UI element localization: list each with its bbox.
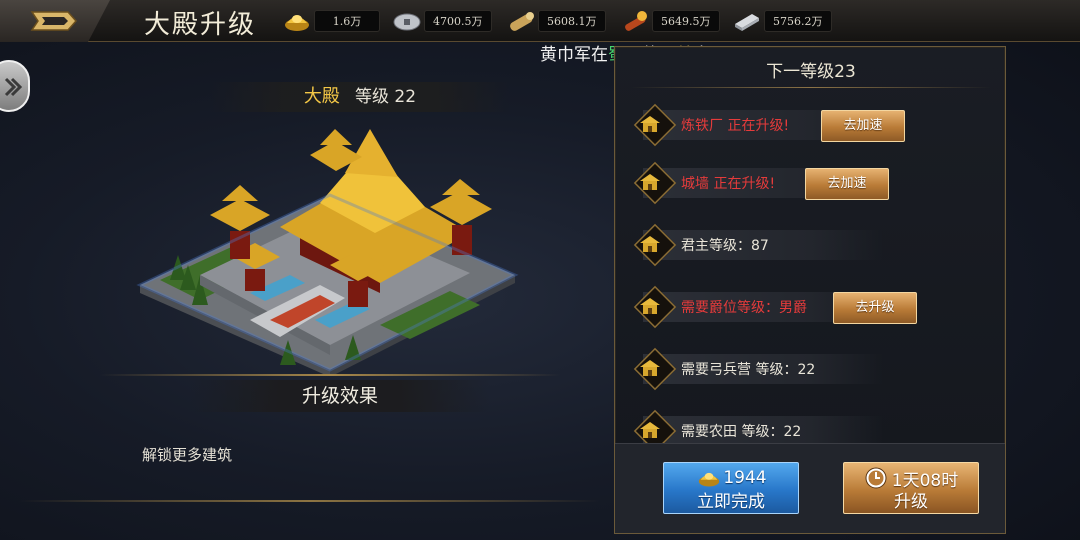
requirement-item: 需要弓兵营 等级：22 (625, 347, 995, 391)
requirement-label: 城墙 正在升级! (681, 176, 776, 192)
resource-iron[interactable]: 5756.2万 (732, 9, 832, 33)
page-title: 大殿升级 (144, 10, 257, 40)
upgrade-effect-description: 解锁更多建筑 (142, 446, 233, 464)
back-arrow-icon (30, 11, 78, 31)
bottom-divider (20, 500, 600, 502)
instant-complete-button[interactable]: 1944 立即完成 (663, 462, 799, 514)
effect-divider (100, 374, 560, 376)
instant-complete-label: 立即完成 (697, 492, 765, 512)
go-upgrade-button[interactable]: 去升级 (833, 292, 917, 324)
resource-gold-value: 1.6万 (314, 10, 380, 32)
double-chevron-right-icon (4, 77, 22, 97)
gold-ingot-icon (285, 15, 309, 31)
requirement-item: 城墙 正在升级! 去加速 (625, 161, 995, 205)
upgrade-label: 升级 (894, 492, 928, 512)
palace-building-image (130, 115, 520, 377)
grain-icon (625, 11, 647, 31)
resource-silver[interactable]: 4700.5万 (392, 9, 492, 33)
requirement-label: 需要农田 等级：22 (681, 424, 802, 440)
building-icon (640, 422, 660, 438)
upgrade-button[interactable]: 1天08时 升级 (843, 462, 979, 514)
requirement-label: 需要爵位等级：男爵 (681, 300, 807, 316)
resource-grain-value: 5649.5万 (652, 10, 720, 32)
clock-icon (865, 467, 887, 489)
building-name: 大殿 (303, 86, 340, 107)
requirement-label: 需要弓兵营 等级：22 (681, 362, 816, 378)
requirement-item: 需要爵位等级：男爵 去升级 (625, 285, 995, 329)
upgrade-effect-title: 升级效果 (190, 380, 490, 412)
resource-wood[interactable]: 5608.1万 (506, 9, 606, 33)
back-button[interactable] (0, 0, 110, 42)
building-icon (640, 174, 660, 190)
resource-wood-value: 5608.1万 (538, 10, 606, 32)
resource-iron-value: 5756.2万 (764, 10, 832, 32)
wood-log-icon (510, 12, 534, 31)
requirement-label: 君主等级：87 (681, 238, 769, 254)
instant-cost: 1944 (723, 468, 767, 488)
requirement-item: 君主等级：87 (625, 223, 995, 267)
panel-footer: 1944 立即完成 1天08时 升级 (615, 443, 1005, 533)
panel-title-divider (631, 87, 991, 88)
next-level-title: 下一等级23 (766, 62, 856, 82)
requirement-list[interactable]: 炼铁厂 正在升级! 去加速 城墙 正在升级! 去加速 君主等级：87 需要爵位等… (625, 97, 995, 483)
requirement-label: 炼铁厂 正在升级! (681, 118, 790, 134)
building-icon (640, 298, 660, 314)
building-icon (640, 116, 660, 132)
building-level: 等级 22 (355, 87, 417, 107)
gold-ingot-icon (699, 472, 720, 487)
speed-up-button[interactable]: 去加速 (805, 168, 889, 200)
marquee-text-1: 黄巾军在 (540, 45, 608, 65)
building-icon (640, 360, 660, 376)
resource-gold[interactable]: 1.6万 (282, 9, 380, 33)
building-name-banner: 大殿 等级 22 (210, 82, 510, 112)
next-level-panel: 下一等级23 炼铁厂 正在升级! 去加速 城墙 正在升级! 去加速 君主等级：8… (614, 46, 1006, 534)
requirement-item: 炼铁厂 正在升级! 去加速 (625, 103, 995, 147)
side-expand-button[interactable] (0, 60, 30, 112)
building-icon (640, 236, 660, 252)
speed-up-button[interactable]: 去加速 (821, 110, 905, 142)
iron-ingot-icon (735, 14, 759, 31)
upgrade-duration: 1天08时 (891, 470, 959, 491)
silver-coin-icon (393, 13, 421, 31)
resource-grain[interactable]: 5649.5万 (620, 9, 720, 33)
top-bar: 大殿升级 1.6万 4700.5万 5608.1万 5649.5万 5756.2… (0, 0, 1080, 42)
resource-silver-value: 4700.5万 (424, 10, 492, 32)
